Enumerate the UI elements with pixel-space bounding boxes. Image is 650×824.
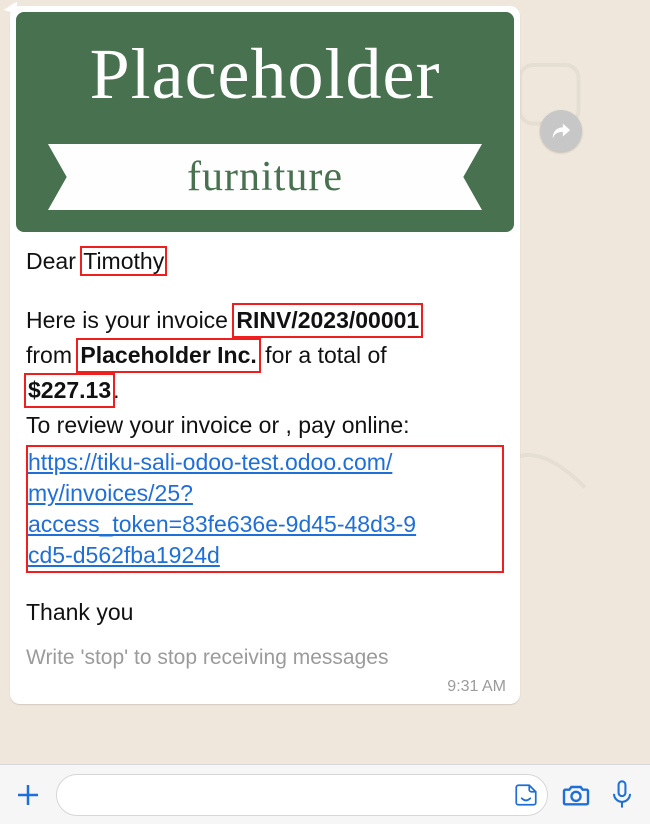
message-input-bar — [0, 764, 650, 824]
company-name-highlight: Placeholder Inc. — [78, 340, 258, 371]
link-line-4: cd5-d562fba1924d — [28, 542, 220, 568]
incoming-message-bubble[interactable]: Placeholder furniture Dear Timothy Here … — [10, 6, 520, 704]
brand-name-top: Placeholder — [16, 12, 514, 110]
sticker-button[interactable] — [512, 781, 540, 809]
mic-button[interactable] — [604, 777, 640, 813]
invoice-number-highlight: RINV/2023/00001 — [234, 305, 421, 336]
link-line-2: my/invoices/25? — [28, 480, 193, 506]
message-timestamp: 9:31 AM — [10, 670, 520, 704]
line2b: for a total of — [259, 342, 387, 368]
brand-ribbon: furniture — [50, 144, 480, 210]
message-text: Dear Timothy Here is your invoice RINV/2… — [10, 232, 520, 636]
sticker-icon — [513, 782, 539, 808]
mic-icon — [608, 779, 636, 811]
stop-hint: Write 'stop' to stop receiving messages — [10, 636, 520, 670]
line1a: Here is your invoice — [26, 307, 234, 333]
line2a: from — [26, 342, 78, 368]
camera-button[interactable] — [558, 777, 594, 813]
link-highlight-block: https://tiku-sali-odoo-test.odoo.com/ my… — [26, 445, 504, 573]
brand-name-bottom: furniture — [50, 144, 480, 210]
review-line: To review your invoice or , pay online: — [26, 410, 504, 441]
thank-you: Thank you — [26, 597, 504, 628]
chat-area: Placeholder furniture Dear Timothy Here … — [0, 0, 650, 764]
forward-button[interactable] — [540, 110, 582, 152]
link-line-1: https://tiku-sali-odoo-test.odoo.com/ — [28, 449, 392, 475]
period: . — [113, 377, 119, 403]
message-input[interactable] — [56, 774, 548, 816]
plus-icon — [13, 780, 43, 810]
greeting-prefix: Dear — [26, 248, 82, 274]
text-input-wrap — [56, 774, 548, 816]
forward-icon — [550, 120, 572, 142]
attach-button[interactable] — [10, 777, 46, 813]
amount-highlight: $227.13 — [26, 375, 113, 406]
greeting-name-highlight: Timothy — [82, 248, 165, 274]
link-line-3: access_token=83fe636e-9d45-48d3-9 — [28, 511, 416, 537]
brand-hero-image: Placeholder furniture — [16, 12, 514, 232]
camera-icon — [560, 779, 592, 811]
invoice-link[interactable]: https://tiku-sali-odoo-test.odoo.com/ my… — [28, 449, 416, 568]
